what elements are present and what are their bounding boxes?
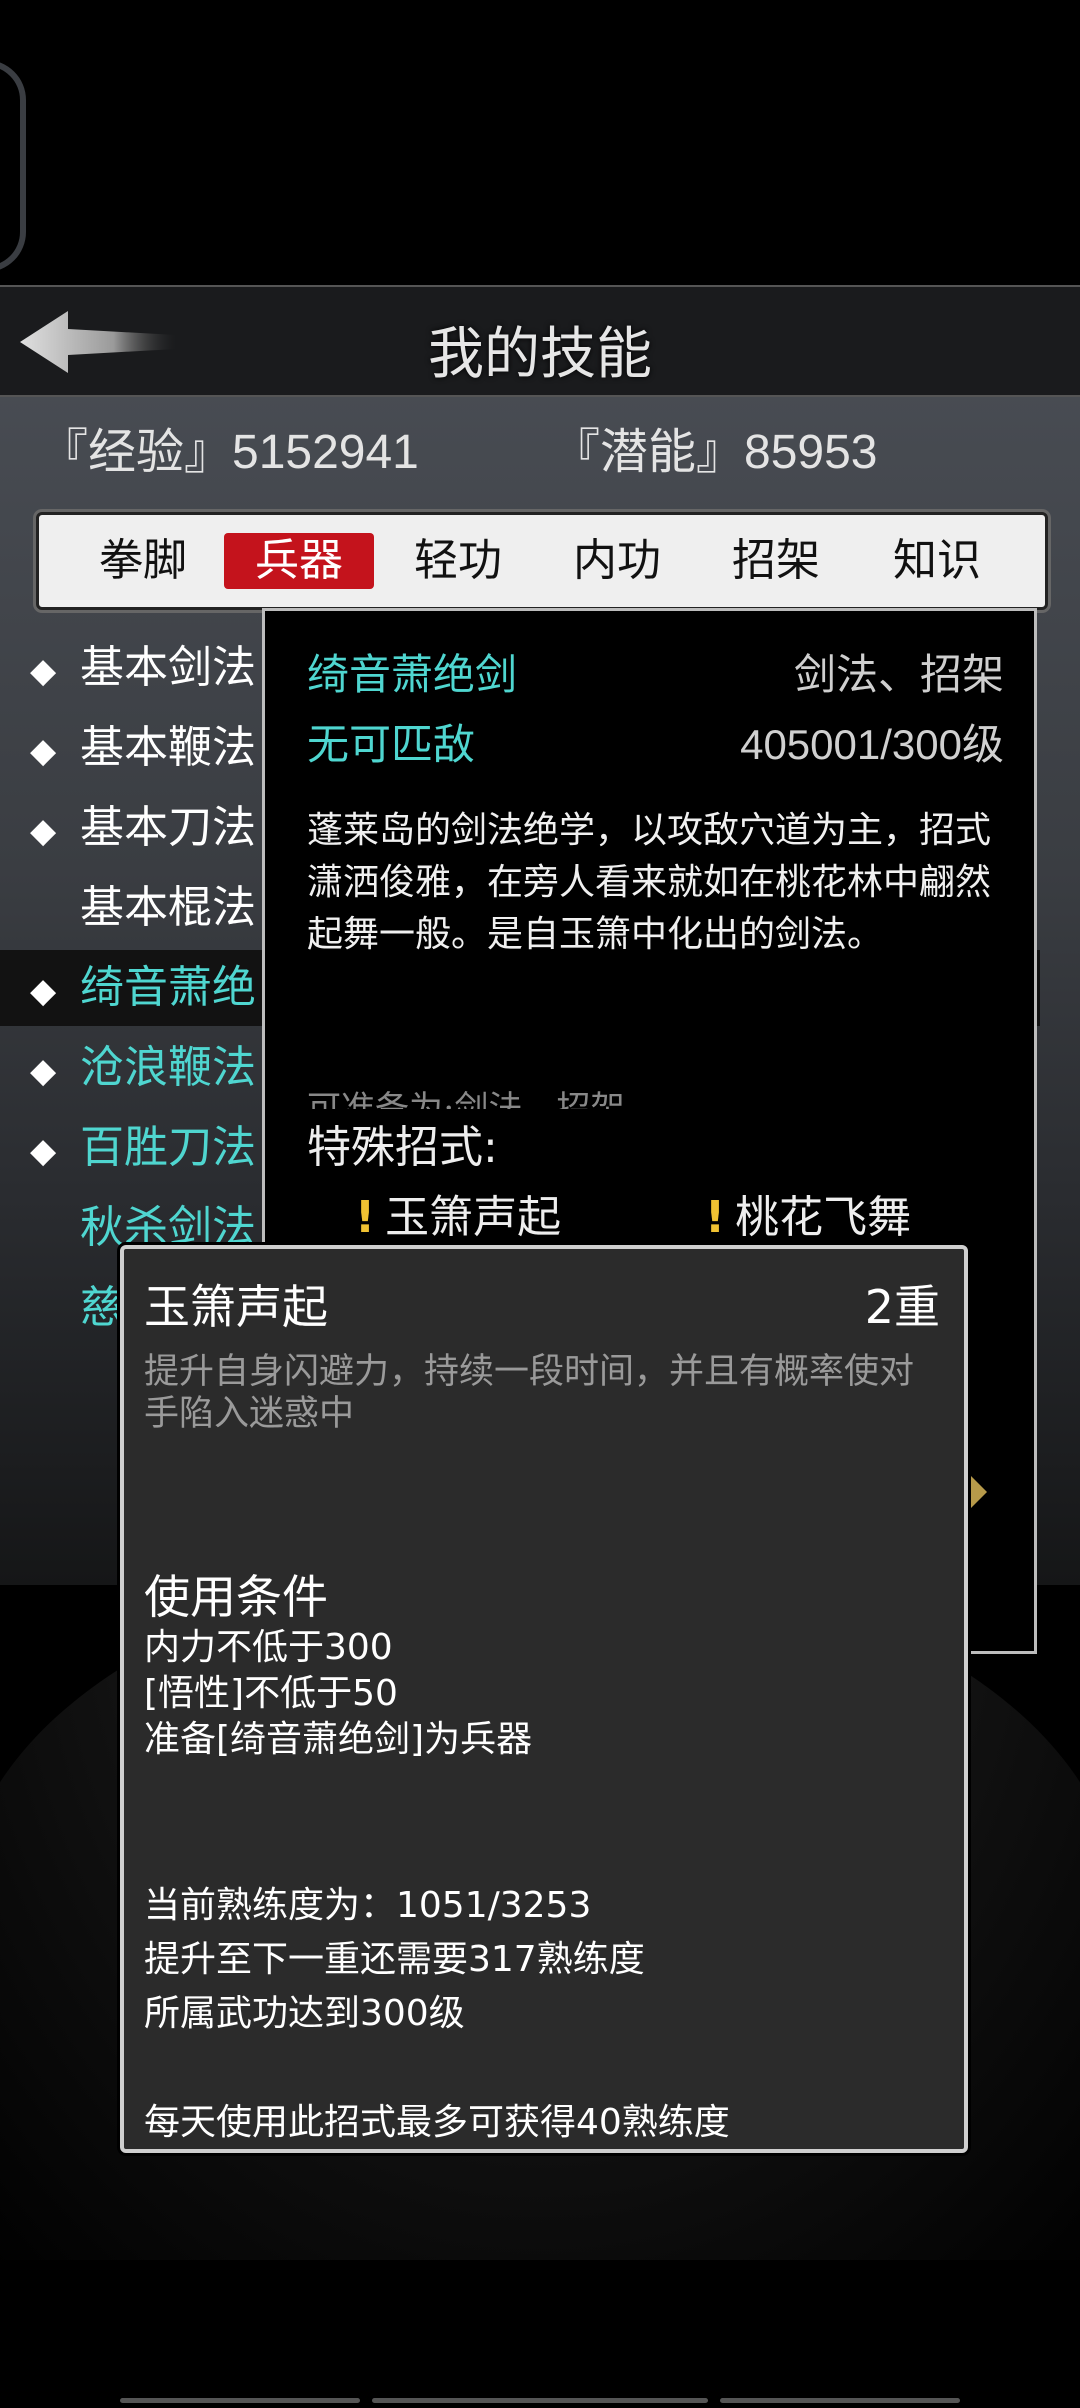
alert-icon: ! [705,1192,726,1243]
title-bar: 我的技能 [0,285,1080,397]
progress-line: 所属武功达到300级 [144,1993,465,2034]
daily-limit: 每天使用此招式最多可获得40熟练度 [144,2102,730,2143]
skill-name: 基本棍法 [80,882,256,933]
skill-name: 基本刀法 [80,802,256,853]
skill-name: 沧浪鞭法 [80,1042,256,1093]
conditions-title: 使用条件 [144,1570,328,1624]
progress-info: 当前熟练度为：1051/3253 提升至下一重还需要317熟练度 所属武功达到3… [144,1879,645,2041]
move-name: 玉箫声起 [144,1280,328,1334]
condition-item: 内力不低于300 [144,1627,393,1668]
diamond-icon: ◆ [30,971,57,1011]
special-move-label: 桃花飞舞 [735,1192,912,1243]
skill-name: 基本剑法 [80,642,256,693]
tab-lightness[interactable]: 轻功 [383,533,533,589]
skill-name: 基本鞭法 [80,722,256,773]
skill-detail-type: 剑法、招架 [793,650,1004,699]
conditions-list: 内力不低于300 [悟性]不低于50 准备[绮音萧绝剑]为兵器 [144,1625,532,1763]
skill-detail-equip: 可准备为:剑法、招架 [307,1089,625,1109]
skill-detail-level: 405001/300级 [740,721,1004,768]
skill-detail-rank: 无可匹敌 [307,720,476,769]
page-title: 我的技能 [428,322,652,387]
diamond-icon: ◆ [30,651,57,691]
move-tier: 2重 [864,1280,940,1334]
special-move-label: 玉箫声起 [385,1192,562,1243]
nav-indicator [372,2398,708,2403]
nav-indicator [120,2398,360,2403]
potential-value: 『潜能』85953 [552,426,878,479]
diamond-icon: ◆ [30,1051,57,1091]
diamond-icon: ◆ [30,731,57,771]
frame-ornament [0,60,26,272]
progress-line: 当前熟练度为：1051/3253 [144,1885,592,1926]
skill-name: 慈 [80,1282,124,1333]
move-tooltip: 玉箫声起 2重 提升自身闪避力，持续一段时间，并且有概率使对手陷入迷惑中 使用条… [120,1245,968,2153]
skill-detail-name: 绮音萧绝剑 [307,650,518,699]
diamond-icon: ◆ [30,1131,57,1171]
tab-inner[interactable]: 内功 [542,533,692,589]
category-tabs: 拳脚 兵器 轻功 内功 招架 知识 [36,512,1048,610]
nav-indicator [720,2398,960,2403]
tab-parry[interactable]: 招架 [701,533,851,589]
special-moves-title: 特殊招式: [307,1122,498,1173]
special-move-item[interactable]: ! 玉箫声起 [355,1181,561,1245]
tab-fist[interactable]: 拳脚 [68,533,218,589]
alert-icon: ! [355,1192,376,1243]
condition-item: [悟性]不低于50 [144,1673,398,1714]
skill-name: 绮音萧绝 [80,962,256,1013]
skill-detail-description: 蓬莱岛的剑法绝学，以攻敌穴道为主，招式潇洒俊雅，在旁人看来就如在桃花林中翩然起舞… [307,810,992,955]
experience-value: 『经验』5152941 [40,426,419,479]
chevron-right-icon[interactable] [965,1470,987,1514]
diamond-icon: ◆ [30,811,57,851]
tab-knowledge[interactable]: 知识 [862,533,1012,589]
condition-item: 准备[绮音萧绝剑]为兵器 [144,1719,533,1760]
progress-line: 提升至下一重还需要317熟练度 [144,1939,645,1980]
special-move-item[interactable]: ! 桃花飞舞 [705,1181,911,1245]
skill-name: 百胜刀法 [80,1122,256,1173]
tab-weapon[interactable]: 兵器 [224,533,374,589]
move-description: 提升自身闪避力，持续一段时间，并且有概率使对手陷入迷惑中 [144,1352,915,1434]
